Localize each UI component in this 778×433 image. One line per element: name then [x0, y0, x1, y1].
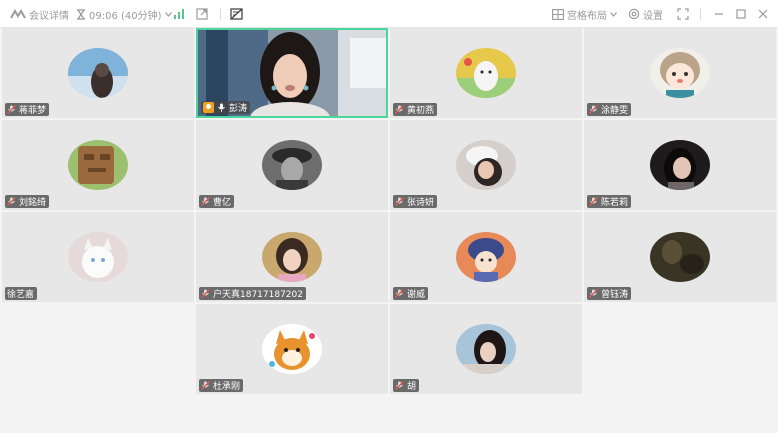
avatar [456, 232, 516, 282]
timer-label: 09:06 (40分钟) [89, 10, 162, 22]
avatar [456, 48, 516, 98]
avatar [68, 48, 128, 98]
participant-tile[interactable]: 涂静雯 [584, 28, 776, 118]
hide-nonvideo-icon[interactable] [230, 0, 243, 28]
participant-tile[interactable]: 谢威 [390, 212, 582, 302]
toolbar-divider [220, 8, 221, 20]
participant-name: 蒋菲梦 [19, 106, 47, 116]
minimize-icon[interactable] [714, 0, 724, 28]
participant-tile[interactable]: 黄初燕 [390, 28, 582, 118]
participant-tile[interactable]: 曹亿 [196, 120, 388, 210]
meeting-timer[interactable]: 09:06 (40分钟) [76, 0, 172, 28]
participant-name-tag: 黄初燕 [393, 103, 438, 116]
participant-name: 黄初燕 [407, 106, 435, 116]
participant-name: 杜承刚 [213, 382, 241, 392]
grid-icon [552, 8, 564, 20]
participant-name-tag: 刘銘绮 [5, 195, 50, 208]
participant-name-tag: 张诗妍 [393, 195, 438, 208]
participant-name-tag: 谢威 [393, 287, 429, 300]
avatar [456, 324, 516, 374]
participant-name-tag: 徐艺嘉 [5, 287, 38, 300]
toolbar-divider [700, 8, 701, 20]
participant-name-tag: 胡 [393, 379, 420, 392]
participant-name: 曾钰涛 [601, 290, 629, 300]
participant-name-tag: 曹亿 [199, 195, 235, 208]
participant-name: 张诗妍 [407, 198, 435, 208]
avatar [456, 140, 516, 190]
maximize-icon[interactable] [736, 0, 746, 28]
meeting-details-label: 会议详情 [29, 10, 69, 22]
mic-muted-icon [395, 197, 404, 206]
share-window-icon[interactable] [196, 0, 208, 28]
hourglass-icon [76, 8, 86, 20]
participant-name: 陈若莉 [601, 198, 629, 208]
participant-tile[interactable]: 张诗妍 [390, 120, 582, 210]
mic-muted-icon [395, 381, 404, 390]
mic-muted-icon [589, 105, 598, 114]
participant-name-tag: 杜承刚 [199, 379, 244, 392]
settings-button[interactable]: 设置 [628, 0, 663, 28]
mic-muted-icon [589, 289, 598, 298]
mic-muted-icon [395, 105, 404, 114]
participant-tile[interactable]: 徐艺嘉 [2, 212, 194, 302]
participant-name: 谢威 [407, 290, 426, 300]
chevron-down-icon [610, 11, 617, 17]
mic-on-icon [217, 103, 226, 112]
chevron-down-icon [164, 11, 172, 17]
participant-name: 户天真18717187202 [213, 290, 303, 300]
gear-icon [628, 8, 640, 20]
participant-name: 徐艺嘉 [7, 290, 35, 300]
meeting-toolbar: 会议详情 09:06 (40分钟) 宫格布局 设置 [0, 0, 778, 28]
active-speaker-tile[interactable]: 彭涛 [196, 28, 388, 118]
mic-muted-icon [201, 289, 210, 298]
avatar [262, 232, 322, 282]
participant-name: 曹亿 [213, 198, 232, 208]
avatar [68, 140, 128, 190]
host-icon [203, 102, 214, 113]
participant-name-tag: 彭涛 [201, 101, 251, 114]
logo-icon [10, 9, 26, 19]
avatar [650, 140, 710, 190]
avatar [262, 324, 322, 374]
participant-tile[interactable]: 蒋菲梦 [2, 28, 194, 118]
avatar [68, 232, 128, 282]
participant-name: 涂静雯 [601, 106, 629, 116]
close-icon[interactable] [758, 0, 768, 28]
mic-muted-icon [7, 105, 16, 114]
participant-tile[interactable]: 刘銘绮 [2, 120, 194, 210]
mic-muted-icon [589, 197, 598, 206]
network-signal-icon[interactable] [174, 0, 185, 28]
participant-name-tag: 陈若莉 [587, 195, 632, 208]
meeting-details-button[interactable]: 会议详情 [10, 0, 69, 28]
avatar [650, 232, 710, 282]
participant-name: 刘銘绮 [19, 198, 47, 208]
avatar [650, 48, 710, 98]
grid-layout-button[interactable]: 宫格布局 [552, 0, 617, 28]
mic-muted-icon [201, 381, 210, 390]
participant-name-tag: 户天真18717187202 [199, 287, 306, 300]
participant-name-tag: 涂静雯 [587, 103, 632, 116]
participant-name-tag: 曾钰涛 [587, 287, 632, 300]
participant-tile[interactable]: 曾钰涛 [584, 212, 776, 302]
settings-label: 设置 [643, 10, 663, 22]
participant-tile[interactable]: 户天真18717187202 [196, 212, 388, 302]
mic-muted-icon [7, 197, 16, 206]
participant-name-tag: 蒋菲梦 [5, 103, 50, 116]
participant-name: 胡 [407, 382, 417, 392]
participant-name: 彭涛 [229, 104, 248, 114]
layout-label: 宫格布局 [567, 10, 607, 22]
participant-tile[interactable]: 杜承刚 [196, 304, 388, 394]
participant-tile[interactable]: 陈若莉 [584, 120, 776, 210]
avatar [262, 140, 322, 190]
video-grid: 蒋菲梦 彭涛 黄初燕 涂静雯 刘銘绮 曹亿 张诗妍 陈若莉 徐艺嘉 户天真187… [0, 28, 778, 433]
mic-muted-icon [201, 197, 210, 206]
mic-muted-icon [395, 289, 404, 298]
fullscreen-icon[interactable] [677, 0, 689, 28]
participant-tile[interactable]: 胡 [390, 304, 582, 394]
